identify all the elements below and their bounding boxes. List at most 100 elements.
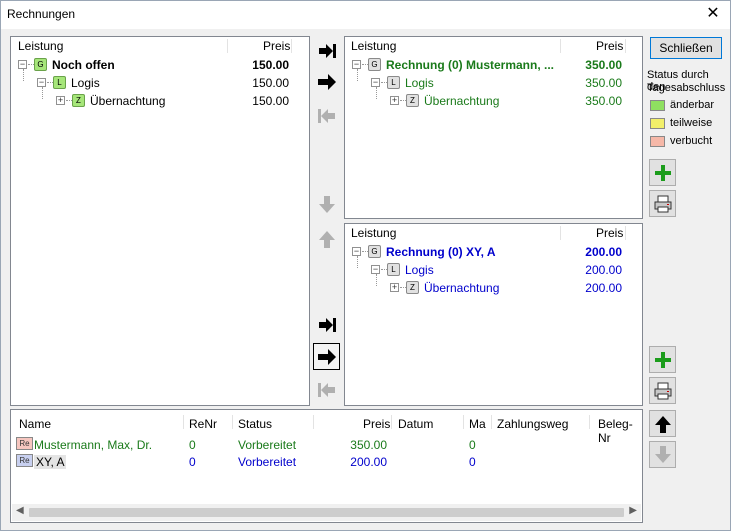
column-header-status[interactable]: Status <box>238 417 272 431</box>
column-header-preis[interactable]: Preis <box>263 39 290 53</box>
collapse-icon[interactable]: − <box>37 78 46 87</box>
arrow-down-icon <box>318 195 335 213</box>
logis-badge-icon: L <box>53 76 66 89</box>
tree-item-price: 150.00 <box>252 94 289 108</box>
column-header-leistung[interactable]: Leistung <box>18 39 63 53</box>
scroll-thumb[interactable] <box>29 508 624 517</box>
invoice-tree-xy[interactable]: Leistung Preis − G Rechnung (0) XY, A 20… <box>344 223 643 406</box>
move-all-right-button[interactable] <box>313 37 340 64</box>
tree-header: Leistung Preis <box>11 37 309 54</box>
tree-row[interactable]: + Z Übernachtung 350.00 <box>345 92 642 109</box>
tree-row[interactable]: + Z Übernachtung 150.00 <box>11 92 309 109</box>
scroll-left-icon[interactable]: ◀ <box>16 505 24 516</box>
tree-item-label: Logis <box>71 76 100 90</box>
tree-item-label: Übernachtung <box>424 281 500 295</box>
table-row[interactable]: Re XY, A 0 Vorbereitet 200.00 0 <box>11 453 642 470</box>
tree-row[interactable]: − G Rechnung (0) XY, A 200.00 <box>345 243 642 260</box>
tree-item-price: 150.00 <box>252 76 289 90</box>
move-right-button[interactable] <box>313 68 340 95</box>
tree-item-price: 200.00 <box>585 281 622 295</box>
column-header-name[interactable]: Name <box>19 417 51 431</box>
expand-icon[interactable]: + <box>56 96 65 105</box>
move-all-right-button-2[interactable] <box>313 311 340 338</box>
close-button[interactable]: Schließen <box>650 37 722 59</box>
tree-row[interactable]: + Z Übernachtung 200.00 <box>345 279 642 296</box>
column-header-leistung[interactable]: Leistung <box>351 226 396 240</box>
tree-item-price: 200.00 <box>585 245 622 259</box>
invoice-preis: 350.00 <box>350 438 387 452</box>
group-badge-icon: G <box>368 245 381 258</box>
zimmer-badge-icon: Z <box>72 94 85 107</box>
tree-item-price: 150.00 <box>252 58 289 72</box>
close-window-button[interactable]: ✕ <box>696 1 730 29</box>
open-items-tree[interactable]: Leistung Preis − G Noch offen 150.00 − L… <box>10 36 310 406</box>
horizontal-scrollbar[interactable]: ◀ ▶ <box>12 504 641 521</box>
expand-icon[interactable]: + <box>390 96 399 105</box>
invoice-ma: 0 <box>469 455 476 469</box>
logis-badge-icon: L <box>387 76 400 89</box>
invoice-tree-mustermann[interactable]: Leistung Preis − G Rechnung (0) Musterma… <box>344 36 643 219</box>
column-header-renr[interactable]: ReNr <box>189 417 217 431</box>
table-row[interactable]: Re Mustermann, Max, Dr. 0 Vorbereitet 35… <box>11 436 642 453</box>
move-right-button-2[interactable] <box>313 343 340 370</box>
move-all-left-icon <box>317 382 335 397</box>
invoice-status: Vorbereitet <box>238 455 297 469</box>
print-invoice-button[interactable] <box>649 190 676 217</box>
move-all-right-icon <box>318 317 336 332</box>
legend-label-teilweise: teilweise <box>670 117 713 129</box>
tree-row[interactable]: − L Logis 350.00 <box>345 74 642 91</box>
collapse-icon[interactable]: − <box>352 60 361 69</box>
column-header-ma[interactable]: Ma <box>469 417 486 431</box>
group-badge-icon: G <box>34 58 47 71</box>
status-title-2: Tagesabschluss <box>647 82 726 94</box>
move-right-icon <box>317 348 336 365</box>
row-up-button[interactable] <box>649 410 676 437</box>
print-icon <box>654 195 671 212</box>
invoice-list[interactable]: Name ReNr Status Preis Datum Ma Zahlungs… <box>10 409 643 523</box>
zimmer-badge-icon: Z <box>406 94 419 107</box>
tree-item-price: 350.00 <box>585 76 622 90</box>
move-down-button[interactable] <box>313 191 340 218</box>
collapse-icon[interactable]: − <box>371 265 380 274</box>
column-header-leistung[interactable]: Leistung <box>351 39 396 53</box>
title-bar: Rechnungen ✕ <box>1 1 730 29</box>
tree-header: Leistung Preis <box>345 224 642 241</box>
tree-item-label: Übernachtung <box>90 94 166 108</box>
invoice-renr: 0 <box>189 438 196 452</box>
tree-row[interactable]: − G Rechnung (0) Mustermann, ... 350.00 <box>345 56 642 73</box>
move-all-left-button-2[interactable] <box>313 376 340 403</box>
column-header-zahlungsweg[interactable]: Zahlungsweg <box>497 417 568 431</box>
column-header-preis[interactable]: Preis <box>596 39 623 53</box>
scroll-right-icon[interactable]: ▶ <box>629 505 637 516</box>
move-up-button[interactable] <box>313 225 340 252</box>
invoice-list-header: Name ReNr Status Preis Datum Ma Zahlungs… <box>11 410 642 445</box>
row-down-button[interactable] <box>649 441 676 468</box>
tree-item-label: Rechnung (0) XY, A <box>386 245 496 259</box>
legend-label-verbucht: verbucht <box>670 135 713 147</box>
column-header-datum[interactable]: Datum <box>398 417 433 431</box>
arrow-up-icon <box>318 230 335 248</box>
add-icon <box>654 351 671 368</box>
invoice-preis: 200.00 <box>350 455 387 469</box>
tree-item-price: 200.00 <box>585 263 622 277</box>
move-all-left-button[interactable] <box>313 102 340 129</box>
expand-icon[interactable]: + <box>390 283 399 292</box>
add-invoice-button-2[interactable] <box>649 346 676 373</box>
tree-row[interactable]: − G Noch offen 150.00 <box>11 56 309 73</box>
move-all-left-icon <box>317 108 335 123</box>
move-right-icon <box>317 73 336 90</box>
tree-row[interactable]: − L Logis 200.00 <box>345 261 642 278</box>
column-header-preis[interactable]: Preis <box>596 226 623 240</box>
move-all-right-icon <box>318 43 336 58</box>
tree-item-price: 350.00 <box>585 94 622 108</box>
column-header-preis[interactable]: Preis <box>363 417 390 431</box>
add-invoice-button[interactable] <box>649 159 676 186</box>
collapse-icon[interactable]: − <box>18 60 27 69</box>
collapse-icon[interactable]: − <box>352 247 361 256</box>
logis-badge-icon: L <box>387 263 400 276</box>
print-invoice-button-2[interactable] <box>649 377 676 404</box>
collapse-icon[interactable]: − <box>371 78 380 87</box>
legend-label-aenderbar: änderbar <box>670 99 715 111</box>
tree-row[interactable]: − L Logis 150.00 <box>11 74 309 91</box>
legend-swatch-teilweise <box>650 118 665 129</box>
